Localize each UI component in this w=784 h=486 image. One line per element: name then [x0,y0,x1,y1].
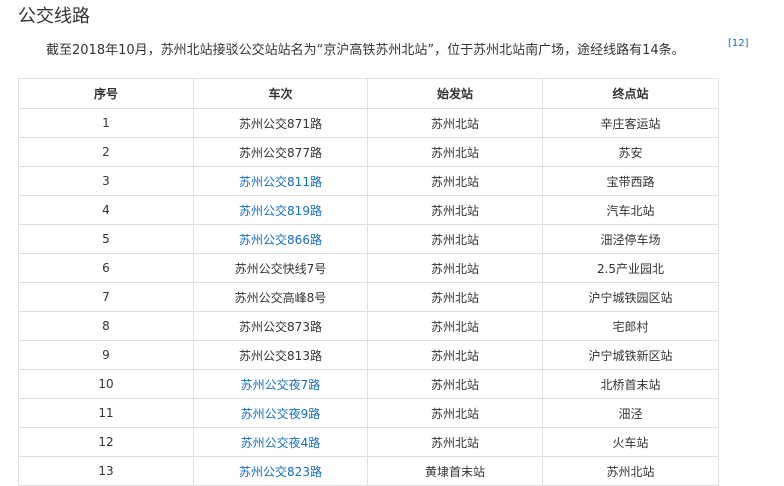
cell-number: 10 [18,369,194,399]
cell-origin: 苏州北站 [367,340,543,370]
cell-terminus: 汽车北站 [542,195,719,225]
cell-terminus: 苏安 [542,137,719,167]
cell-route: 苏州公交877路 [193,137,368,167]
cell-origin: 苏州北站 [367,369,543,399]
cell-route: 苏州公交高峰8号 [193,282,368,312]
route-link[interactable]: 苏州公交811路 [239,175,322,189]
cell-origin: 苏州北站 [367,224,543,254]
cell-number: 1 [18,108,194,138]
cell-route: 苏州公交871路 [193,108,368,138]
cell-origin: 苏州北站 [367,137,543,167]
header-origin: 始发站 [367,78,543,109]
header-number: 序号 [18,78,194,109]
cell-number: 5 [18,224,194,254]
route-link[interactable]: 苏州公交866路 [239,233,322,247]
route-link[interactable]: 苏州公交夜7路 [241,378,321,392]
cell-route: 苏州公交夜7路 [193,369,368,399]
cell-number: 12 [18,427,194,457]
cell-terminus: 宝带西路 [542,166,719,196]
cell-number: 8 [18,311,194,341]
cell-route: 苏州公交811路 [193,166,368,196]
cell-terminus: 火车站 [542,427,719,457]
cell-number: 4 [18,195,194,225]
cell-route: 苏州公交823路 [193,456,368,486]
header-terminus: 终点站 [542,78,719,109]
cell-terminus: 沺泾停车场 [542,224,719,254]
table-row: 1 苏州公交871路 苏州北站 辛庄客运站 [18,108,719,138]
cell-terminus: 辛庄客运站 [542,108,719,138]
cell-origin: 苏州北站 [367,253,543,283]
cell-origin: 苏州北站 [367,282,543,312]
cell-origin: 黄埭首末站 [367,456,543,486]
cell-origin: 苏州北站 [367,398,543,428]
route-label: 苏州公交快线7号 [234,261,327,276]
cell-terminus: 苏州北站 [542,456,719,486]
cell-number: 11 [18,398,194,428]
cell-origin: 苏州北站 [367,108,543,138]
cell-terminus: 沪宁城铁新区站 [542,340,719,370]
table-row: 3 苏州公交811路 苏州北站 宝带西路 [18,166,719,196]
cell-origin: 苏州北站 [367,427,543,457]
cell-origin: 苏州北站 [367,311,543,341]
cell-route: 苏州公交819路 [193,195,368,225]
cell-terminus: 2.5产业园北 [542,253,719,283]
route-label: 苏州公交871路 [239,116,322,131]
table-row: 9 苏州公交813路 苏州北站 沪宁城铁新区站 [18,340,719,370]
cell-route: 苏州公交快线7号 [193,253,368,283]
cell-number: 13 [18,456,194,486]
cell-route: 苏州公交夜9路 [193,398,368,428]
cell-terminus: 北桥首末站 [542,369,719,399]
table-row: 10 苏州公交夜7路 苏州北站 北桥首末站 [18,369,719,399]
cell-route: 苏州公交873路 [193,311,368,341]
cell-route: 苏州公交813路 [193,340,368,370]
route-link[interactable]: 苏州公交823路 [239,465,322,479]
table-row: 12 苏州公交夜4路 苏州北站 火车站 [18,427,719,457]
header-route: 车次 [193,78,368,109]
cell-origin: 苏州北站 [367,195,543,225]
table-row: 11 苏州公交夜9路 苏州北站 沺泾 [18,398,719,428]
cell-terminus: 沪宁城铁园区站 [542,282,719,312]
cell-number: 9 [18,340,194,370]
bus-routes-table: 序号 车次 始发站 终点站 1 苏州公交871路 苏州北站 辛庄客运站 2 苏州公交877… [18,78,719,486]
route-link[interactable]: 苏州公交夜4路 [241,436,321,450]
route-label: 苏州公交813路 [239,348,322,363]
cell-number: 7 [18,282,194,312]
table-row: 6 苏州公交快线7号 苏州北站 2.5产业园北 [18,253,719,283]
route-label: 苏州公交873路 [239,319,322,334]
cell-terminus: 宅郎村 [542,311,719,341]
cell-terminus: 沺泾 [542,398,719,428]
table-row: 4 苏州公交819路 苏州北站 汽车北站 [18,195,719,225]
cell-number: 6 [18,253,194,283]
table-row: 5 苏州公交866路 苏州北站 沺泾停车场 [18,224,719,254]
cell-origin: 苏州北站 [367,166,543,196]
route-link[interactable]: 苏州公交夜9路 [241,407,321,421]
section-title: 公交线路 [18,6,90,27]
cell-number: 3 [18,166,194,196]
route-label: 苏州公交高峰8号 [234,290,327,305]
cell-number: 2 [18,137,194,167]
route-label: 苏州公交877路 [239,145,322,160]
cell-route: 苏州公交夜4路 [193,427,368,457]
table-row: 2 苏州公交877路 苏州北站 苏安 [18,137,719,167]
citation-link[interactable]: [12] [728,37,749,51]
cell-route: 苏州公交866路 [193,224,368,254]
table-header-row: 序号 车次 始发站 终点站 [18,78,719,109]
intro-paragraph: 截至2018年10月，苏州北站接驳公交站站名为“京沪高铁苏州北站”，位于苏州北站… [46,43,685,58]
table-row: 8 苏州公交873路 苏州北站 宅郎村 [18,311,719,341]
table-row: 7 苏州公交高峰8号 苏州北站 沪宁城铁园区站 [18,282,719,312]
route-link[interactable]: 苏州公交819路 [239,204,322,218]
table-row: 13 苏州公交823路 黄埭首末站 苏州北站 [18,456,719,486]
